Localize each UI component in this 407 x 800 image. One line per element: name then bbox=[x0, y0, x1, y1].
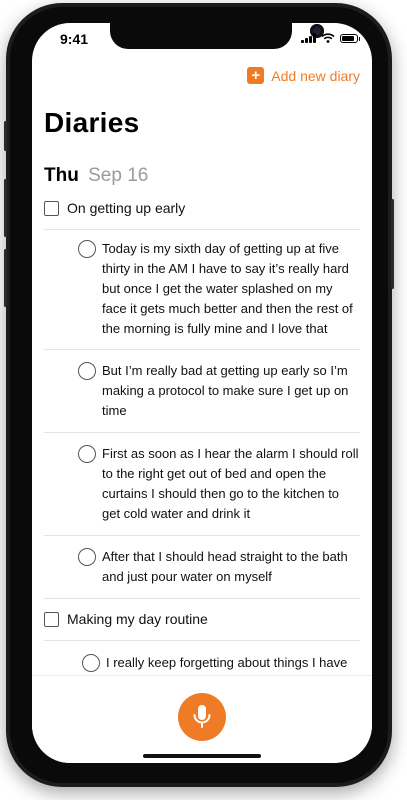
entry-text: But I’m really bad at getting up early s… bbox=[102, 363, 349, 418]
divider bbox=[44, 349, 360, 350]
diary-item[interactable]: Making my day routine bbox=[44, 611, 362, 627]
radio-circle[interactable] bbox=[82, 654, 100, 672]
entry-text: I really keep forgetting about things I … bbox=[106, 655, 348, 670]
radio-circle[interactable] bbox=[78, 362, 96, 380]
status-icons bbox=[301, 33, 360, 43]
app-screen: 9:41 + Add new diary Diaries Thu Sep 16 … bbox=[32, 23, 372, 763]
divider bbox=[44, 598, 360, 599]
notch bbox=[110, 23, 324, 49]
divider bbox=[44, 432, 360, 433]
volume-down-button bbox=[4, 249, 7, 307]
microphone-icon bbox=[193, 705, 211, 728]
add-new-diary-button[interactable]: + Add new diary bbox=[247, 67, 360, 84]
diary-entry[interactable]: But I’m really bad at getting up early s… bbox=[78, 361, 360, 421]
radio-circle[interactable] bbox=[78, 240, 96, 258]
diary-title: On getting up early bbox=[67, 200, 186, 216]
entry-text: First as soon as I hear the alarm I shou… bbox=[102, 446, 359, 521]
diary-entry[interactable]: I really keep forgetting about things I … bbox=[82, 653, 364, 673]
wifi-icon bbox=[321, 33, 335, 43]
radio-circle[interactable] bbox=[78, 548, 96, 566]
date-heading: Thu Sep 16 bbox=[44, 165, 148, 187]
record-button[interactable] bbox=[178, 693, 226, 741]
divider bbox=[44, 535, 360, 536]
mute-switch bbox=[4, 121, 7, 151]
add-new-diary-label: Add new diary bbox=[271, 67, 360, 84]
signal-icon bbox=[301, 33, 316, 43]
diary-entry[interactable]: Today is my sixth day of getting up at f… bbox=[78, 239, 360, 339]
date-month-day: Sep 16 bbox=[88, 165, 149, 186]
checkbox[interactable] bbox=[44, 200, 59, 216]
bottom-bar bbox=[32, 675, 372, 763]
date-day: Thu bbox=[44, 165, 79, 186]
checkbox[interactable] bbox=[44, 611, 59, 627]
power-button bbox=[391, 199, 394, 289]
diary-entry[interactable]: First as soon as I hear the alarm I shou… bbox=[78, 444, 360, 524]
page-title: Diaries bbox=[44, 107, 140, 138]
entry-text: Today is my sixth day of getting up at f… bbox=[102, 241, 353, 336]
home-indicator[interactable] bbox=[143, 754, 261, 758]
plus-icon: + bbox=[247, 67, 265, 84]
volume-up-button bbox=[4, 179, 7, 237]
diary-entry[interactable]: After that I should head straight to the… bbox=[78, 547, 360, 587]
radio-circle[interactable] bbox=[78, 445, 96, 463]
entry-text: After that I should head straight to the… bbox=[102, 549, 348, 584]
divider bbox=[44, 640, 360, 641]
status-time: 9:41 bbox=[60, 31, 89, 47]
battery-icon bbox=[340, 33, 360, 43]
phone-frame: 9:41 + Add new diary Diaries Thu Sep 16 … bbox=[4, 3, 394, 787]
divider bbox=[44, 229, 360, 230]
diary-item[interactable]: On getting up early bbox=[44, 200, 362, 216]
diary-title: Making my day routine bbox=[67, 611, 208, 627]
